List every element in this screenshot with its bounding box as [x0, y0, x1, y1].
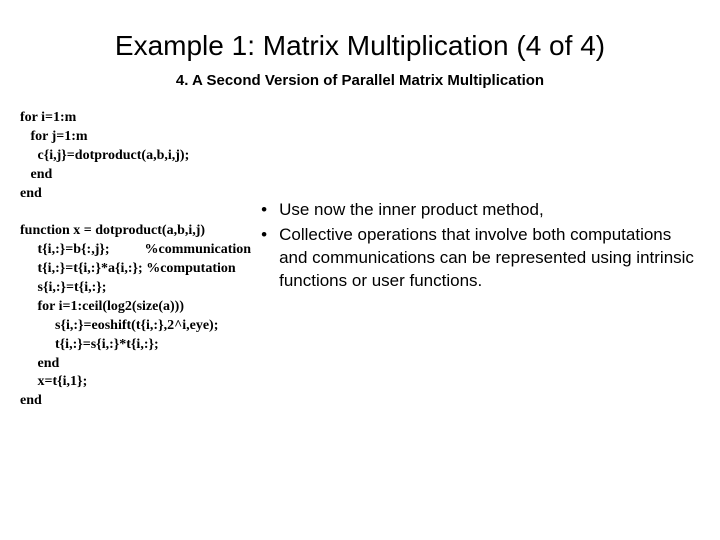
bullet-item: • Use now the inner product method, [261, 199, 700, 222]
code-line: for i=1:m [20, 110, 76, 125]
code-line: x=t{i,1}; [20, 374, 87, 389]
code-line: t{i,:}=b{:,j}; %communication [20, 242, 251, 257]
code-line: t{i,:}=s{i,:}*t{i,:}; [20, 337, 159, 352]
bullet-text: Use now the inner product method, [279, 199, 544, 222]
code-line: function x = dotproduct(a,b,i,j) [20, 223, 205, 238]
slide-subtitle: 4. A Second Version of Parallel Matrix M… [20, 72, 700, 89]
bullet-item: • Collective operations that involve bot… [261, 224, 700, 293]
bullet-dot-icon: • [261, 199, 279, 222]
code-block: for i=1:m for j=1:m c{i,j}=dotproduct(a,… [20, 109, 251, 411]
bullet-dot-icon: • [261, 224, 279, 293]
code-line: c{i,j}=dotproduct(a,b,i,j); [20, 148, 189, 163]
code-line: end [20, 186, 42, 201]
code-line: end [20, 356, 59, 371]
code-line: t{i,:}=t{i,:}*a{i,:}; %computation [20, 261, 236, 276]
slide-title: Example 1: Matrix Multiplication (4 of 4… [20, 30, 700, 62]
code-line: s{i,:}=t{i,:}; [20, 280, 106, 295]
bullet-text: Collective operations that involve both … [279, 224, 700, 293]
code-line: end [20, 393, 42, 408]
code-line: for j=1:m [20, 129, 88, 144]
code-line: for i=1:ceil(log2(size(a))) [20, 299, 184, 314]
bullet-list: • Use now the inner product method, • Co… [251, 109, 700, 295]
code-line: s{i,:}=eoshift(t{i,:},2^i,eye); [20, 318, 218, 333]
content-area: for i=1:m for j=1:m c{i,j}=dotproduct(a,… [20, 109, 700, 411]
code-line: end [20, 167, 52, 182]
